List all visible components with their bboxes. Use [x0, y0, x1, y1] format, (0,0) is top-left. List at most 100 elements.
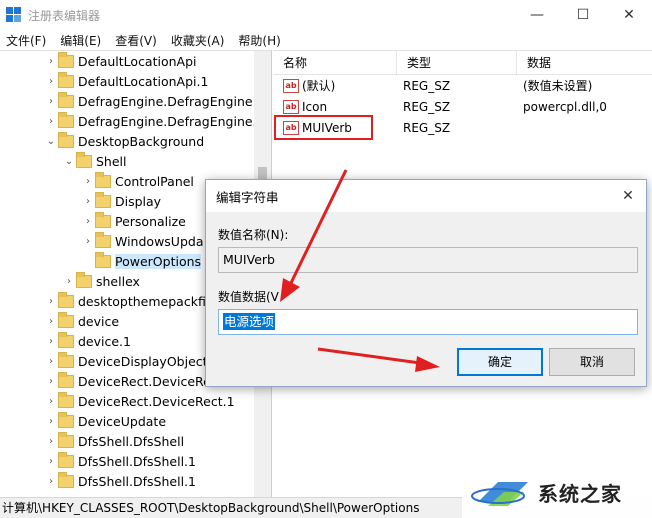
folder-icon: [58, 391, 74, 408]
value-row[interactable]: ab Icon REG_SZ powercpl.dll,0: [273, 96, 652, 117]
folder-icon: [95, 171, 111, 188]
folder-icon: [95, 251, 111, 268]
watermark-text: 系统之家: [538, 481, 622, 506]
folder-icon: [58, 331, 74, 348]
expand-arrow-icon[interactable]: ›: [44, 56, 58, 67]
collapse-arrow-icon[interactable]: ⌄: [44, 136, 58, 147]
tree-item[interactable]: › shellex: [62, 271, 140, 291]
expand-arrow-icon[interactable]: ›: [44, 96, 58, 107]
folder-icon: [58, 371, 74, 388]
expand-arrow-icon[interactable]: ›: [44, 316, 58, 327]
maximize-button[interactable]: ☐: [560, 0, 606, 30]
expand-arrow-icon[interactable]: ›: [44, 476, 58, 487]
value-data-label: 数值数据(V: [218, 290, 279, 304]
string-value-icon: ab: [283, 78, 299, 93]
folder-icon: [58, 51, 74, 68]
folder-icon: [58, 311, 74, 328]
expand-arrow-icon[interactable]: ›: [44, 436, 58, 447]
tree-item[interactable]: › WindowsUpda: [81, 231, 203, 251]
expand-arrow-icon[interactable]: ›: [44, 76, 58, 87]
menu-help[interactable]: 帮助(H): [238, 32, 280, 49]
collapse-arrow-icon[interactable]: ⌄: [62, 156, 76, 167]
folder-icon: [58, 291, 74, 308]
column-header-name[interactable]: 名称: [273, 51, 397, 75]
menu-edit[interactable]: 编辑(E): [60, 32, 101, 49]
folder-icon: [58, 131, 74, 148]
list-header: 名称 类型 数据: [273, 51, 652, 75]
tree-item[interactable]: › DefragEngine.DefragEngine: [44, 91, 253, 111]
folder-icon: [58, 451, 74, 468]
tree-item-selected[interactable]: PowerOptions: [81, 251, 202, 271]
menu-favorites[interactable]: 收藏夹(A): [171, 32, 225, 49]
cancel-button[interactable]: 取消: [549, 348, 635, 376]
tree-item[interactable]: › device.1: [44, 331, 131, 351]
watermark-logo-icon: [468, 472, 538, 512]
regedit-app-icon: [6, 7, 22, 23]
window-title: 注册表编辑器: [28, 8, 101, 23]
value-data-input[interactable]: 电源选项: [218, 309, 638, 335]
minimize-button[interactable]: —: [514, 0, 560, 30]
column-header-data[interactable]: 数据: [517, 51, 652, 75]
folder-icon: [95, 231, 111, 248]
value-name-label: 数值名称(N):: [218, 228, 289, 242]
string-value-icon: ab: [283, 99, 299, 114]
expand-arrow-icon[interactable]: ›: [44, 296, 58, 307]
menu-view[interactable]: 查看(V): [115, 32, 157, 49]
expand-arrow-icon[interactable]: ›: [44, 356, 58, 367]
tree-item[interactable]: › DefaultLocationApi.1: [44, 71, 208, 91]
expand-arrow-icon[interactable]: ›: [44, 396, 58, 407]
folder-icon: [58, 471, 74, 488]
tree-item[interactable]: › ControlPanel: [81, 171, 194, 191]
folder-icon: [58, 411, 74, 428]
folder-icon: [58, 111, 74, 128]
tree-item[interactable]: › DeviceUpdate: [44, 411, 166, 431]
folder-icon: [58, 431, 74, 448]
dialog-title: 编辑字符串: [216, 189, 279, 205]
expand-arrow-icon[interactable]: ›: [44, 336, 58, 347]
ok-button[interactable]: 确定: [457, 348, 543, 376]
expand-arrow-icon[interactable]: ›: [81, 236, 95, 247]
expand-arrow-icon[interactable]: ›: [81, 196, 95, 207]
edit-string-dialog: 编辑字符串 ✕ 数值名称(N): MUIVerb 数值数据(V 电源选项 确定 …: [205, 179, 647, 387]
expand-arrow-icon[interactable]: ›: [44, 416, 58, 427]
folder-icon: [58, 71, 74, 88]
value-row[interactable]: ab (默认) REG_SZ (数值未设置): [273, 75, 652, 96]
menu-file[interactable]: 文件(F): [6, 32, 46, 49]
dialog-title-bar: 编辑字符串: [206, 180, 646, 212]
tree-item[interactable]: › DefaultLocationApi: [44, 51, 197, 71]
tree-item[interactable]: › DeviceRect.DeviceRec: [44, 371, 218, 391]
column-header-type[interactable]: 类型: [397, 51, 517, 75]
site-watermark: 系统之家: [462, 466, 652, 518]
tree-item[interactable]: › DeviceRect.DeviceRect.1: [44, 391, 235, 411]
expand-arrow-icon[interactable]: ›: [81, 216, 95, 227]
expand-arrow-icon[interactable]: ›: [44, 116, 58, 127]
folder-icon: [58, 351, 74, 368]
folder-icon: [58, 91, 74, 108]
folder-icon: [76, 271, 92, 288]
tree-item[interactable]: › DeviceDisplayObject: [44, 351, 208, 371]
value-name-field[interactable]: MUIVerb: [218, 247, 638, 273]
tree-item[interactable]: ⌄ Shell: [62, 151, 127, 171]
title-bar: 注册表编辑器 — ☐ ✕: [0, 0, 652, 30]
tree-item[interactable]: › DfsShell.DfsShell: [44, 431, 184, 451]
folder-icon: [76, 151, 92, 168]
menu-bar: 文件(F) 编辑(E) 查看(V) 收藏夹(A) 帮助(H): [0, 30, 652, 50]
highlight-box: [274, 115, 373, 140]
tree-item[interactable]: › desktopthemepackfil: [44, 291, 209, 311]
tree-item[interactable]: ⌄ DesktopBackground: [44, 131, 204, 151]
tree-item[interactable]: › DefragEngine.DefragEngine.1: [44, 111, 264, 131]
tree-item[interactable]: › Personalize: [81, 211, 186, 231]
tree-item[interactable]: › device: [44, 311, 119, 331]
tree-item[interactable]: › DfsShell.DfsShell.1: [44, 451, 196, 471]
tree-item[interactable]: › Display: [81, 191, 161, 211]
folder-icon: [95, 191, 111, 208]
expand-arrow-icon[interactable]: ›: [44, 456, 58, 467]
folder-icon: [95, 211, 111, 228]
expand-arrow-icon[interactable]: ›: [62, 276, 76, 287]
expand-arrow-icon[interactable]: ›: [81, 176, 95, 187]
expand-arrow-icon[interactable]: ›: [44, 376, 58, 387]
selected-text: 电源选项: [223, 313, 276, 330]
tree-item[interactable]: › DfsShell.DfsShell.1: [44, 471, 196, 491]
dialog-close-button[interactable]: ✕: [616, 184, 640, 208]
close-window-button[interactable]: ✕: [606, 0, 652, 30]
